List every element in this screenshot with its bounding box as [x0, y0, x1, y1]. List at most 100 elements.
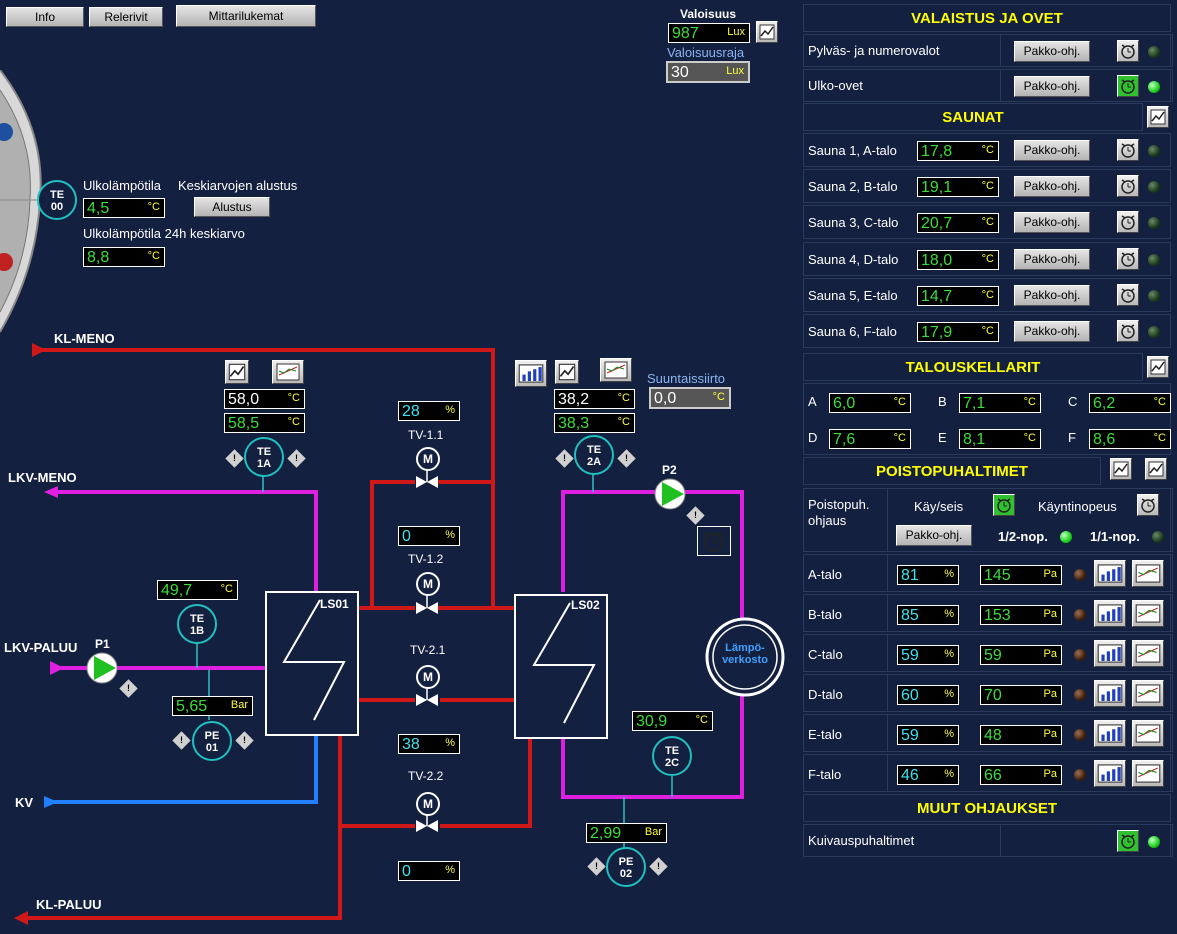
- fan-pa-unit: Pa: [1043, 608, 1057, 620]
- ls02-label: LS02: [571, 598, 600, 612]
- status-led: [1148, 289, 1160, 302]
- alarm-clock-icon[interactable]: [1117, 139, 1139, 161]
- setpoint-graph-icon[interactable]: [1132, 760, 1164, 787]
- pakko-ohj-button[interactable]: Pakko-ohj.: [1014, 140, 1090, 161]
- pakko-ohj-button[interactable]: Pakko-ohj.: [896, 525, 972, 546]
- kellari-temp-number: 6,2: [1093, 395, 1116, 412]
- kellari-temp-unit: °C: [893, 396, 906, 408]
- alarm-clock-icon[interactable]: [1117, 175, 1139, 198]
- half-speed-label: 1/2-nop.: [998, 529, 1048, 544]
- alarm-clock-icon[interactable]: [993, 494, 1015, 516]
- pakko-ohj-button[interactable]: Pakko-ohj.: [1014, 176, 1090, 198]
- sensor-pe02[interactable]: PE 02: [606, 847, 646, 887]
- pakko-ohj-button[interactable]: Pakko-ohj.: [1014, 76, 1090, 97]
- sensor-pe01[interactable]: PE 01: [192, 721, 232, 761]
- pakko-ohj-button[interactable]: Pakko-ohj.: [1014, 321, 1090, 342]
- pump-p1-icon[interactable]: [87, 653, 117, 683]
- sensor-te1b[interactable]: TE 1B: [177, 604, 217, 644]
- fan-pct-unit: %: [944, 768, 954, 780]
- fan-row: B-talo 85% 153 Pa: [803, 594, 1173, 632]
- bar-graph-icon[interactable]: [1094, 600, 1126, 627]
- lights-row-1: Pylväs- ja numerovalot Pakko-ohj.: [803, 34, 1173, 67]
- bar-graph-icon[interactable]: [1094, 680, 1126, 707]
- sensor-te1a[interactable]: TE 1A: [244, 437, 284, 477]
- trend-icon[interactable]: [1147, 356, 1169, 378]
- alarm-clock-icon[interactable]: [1117, 320, 1139, 342]
- sensor-te2a-top: TE: [586, 444, 602, 456]
- control-panel: VALAISTUS JA OVET Pylväs- ja numerovalot…: [803, 2, 1175, 932]
- bar-graph-icon[interactable]: [1094, 720, 1126, 747]
- pakko-ohj-button[interactable]: Pakko-ohj.: [1014, 41, 1090, 62]
- fan-pa-number: 48: [984, 727, 1002, 744]
- alarm-clock-icon[interactable]: [1117, 247, 1139, 270]
- valve-motor-icon[interactable]: M: [416, 665, 440, 689]
- kellari-temp-value: 6,2 °C: [1089, 393, 1171, 413]
- trend-icon[interactable]: [1110, 458, 1132, 480]
- sensor-te2a[interactable]: TE 2A: [574, 435, 614, 475]
- sensor-te2a-bottom: 2A: [586, 456, 602, 468]
- trend-icon[interactable]: [555, 360, 579, 384]
- setpoint-graph-icon[interactable]: [1132, 640, 1164, 667]
- fan-label: F-talo: [808, 767, 842, 782]
- status-led: [1148, 836, 1160, 848]
- fan-label: A-talo: [808, 567, 842, 582]
- trend-icon[interactable]: [1147, 106, 1169, 128]
- sensor-pe01-top: PE: [204, 730, 220, 742]
- bar-graph-icon[interactable]: [1094, 760, 1126, 787]
- sauna-temp-value: 17,9 °C: [917, 322, 999, 342]
- te1b-unit: °C: [220, 583, 233, 595]
- kellari-item: E 8,1 °C: [934, 427, 1064, 451]
- valve-motor-icon[interactable]: M: [416, 792, 440, 816]
- fan-pa-unit: Pa: [1043, 728, 1057, 740]
- sauna-label: Sauna 5, E-talo: [808, 287, 898, 303]
- pakko-ohj-button[interactable]: Pakko-ohj.: [1014, 212, 1090, 234]
- bar-graph-icon[interactable]: [1094, 640, 1126, 667]
- sensor-te2c[interactable]: TE 2C: [652, 736, 692, 776]
- kellari-temp-unit: °C: [1023, 396, 1036, 408]
- ls01-label: LS01: [320, 597, 349, 611]
- fan-pct-number: 59: [901, 647, 919, 664]
- tv12-number: 0: [402, 528, 411, 545]
- te1a-value-1: 58,0 °C: [224, 389, 305, 409]
- tv11-label: TV-1.1: [408, 428, 444, 442]
- suuntaissiirto-input[interactable]: 0,0 °C: [649, 387, 731, 409]
- kellari-temp-value: 8,1 °C: [959, 429, 1041, 449]
- bar-graph-icon[interactable]: [1094, 560, 1126, 587]
- alarm-clock-icon[interactable]: [1137, 494, 1159, 516]
- setpoint-graph-icon[interactable]: [1132, 560, 1164, 587]
- alarm-clock-icon[interactable]: [1117, 830, 1139, 852]
- setpoint-graph-icon[interactable]: [1132, 600, 1164, 627]
- trend-icon[interactable]: [225, 360, 249, 384]
- sensor-te1b-bottom: 1B: [189, 625, 205, 637]
- valve-motor-icon[interactable]: M: [416, 447, 440, 471]
- valve-motor-icon[interactable]: M: [416, 572, 440, 596]
- pe02-unit: Bar: [644, 826, 662, 838]
- sensor-pe02-top: PE: [618, 856, 634, 868]
- setpoint-graph-icon[interactable]: [1132, 680, 1164, 707]
- kellari-temp-value: 8,6 °C: [1089, 429, 1171, 449]
- setpoint-graph-icon[interactable]: [600, 358, 632, 382]
- pakko-ohj-button[interactable]: Pakko-ohj.: [1014, 284, 1090, 306]
- fan-pct-value: 81%: [897, 565, 959, 585]
- alarm-clock-icon[interactable]: [1117, 75, 1139, 97]
- setpoint-graph-icon[interactable]: [272, 360, 304, 384]
- sauna-temp-unit: °C: [981, 216, 994, 229]
- sauna-temp-unit: °C: [981, 180, 994, 193]
- setpoint-graph-icon[interactable]: [1132, 720, 1164, 747]
- full-speed-label: 1/1-nop.: [1090, 529, 1140, 544]
- lkv-meno-label: LKV-MENO: [8, 470, 77, 485]
- fan-pa-value: 59 Pa: [980, 645, 1062, 665]
- kellari-temp-unit: °C: [1153, 432, 1166, 444]
- pump-p2-icon[interactable]: [655, 479, 685, 509]
- alarm-clock-icon[interactable]: [1117, 211, 1139, 234]
- alarm-clock-icon[interactable]: [1117, 283, 1139, 306]
- te2a-value-1-number: 38,2: [558, 391, 590, 408]
- bar-graph-icon[interactable]: [515, 360, 547, 387]
- pakko-ohj-button[interactable]: Pakko-ohj.: [1014, 248, 1090, 270]
- lights-row-label: Pylväs- ja numerovalot: [808, 43, 940, 58]
- alarm-clock-icon[interactable]: [697, 526, 731, 556]
- poisto-control-row: Poistopuh. ohjaus Käy/seis Käyntinopeus …: [803, 488, 1173, 552]
- alarm-clock-icon[interactable]: [1117, 40, 1139, 62]
- fan-row: C-talo 59% 59 Pa: [803, 634, 1173, 672]
- trend-icon[interactable]: [1145, 458, 1167, 480]
